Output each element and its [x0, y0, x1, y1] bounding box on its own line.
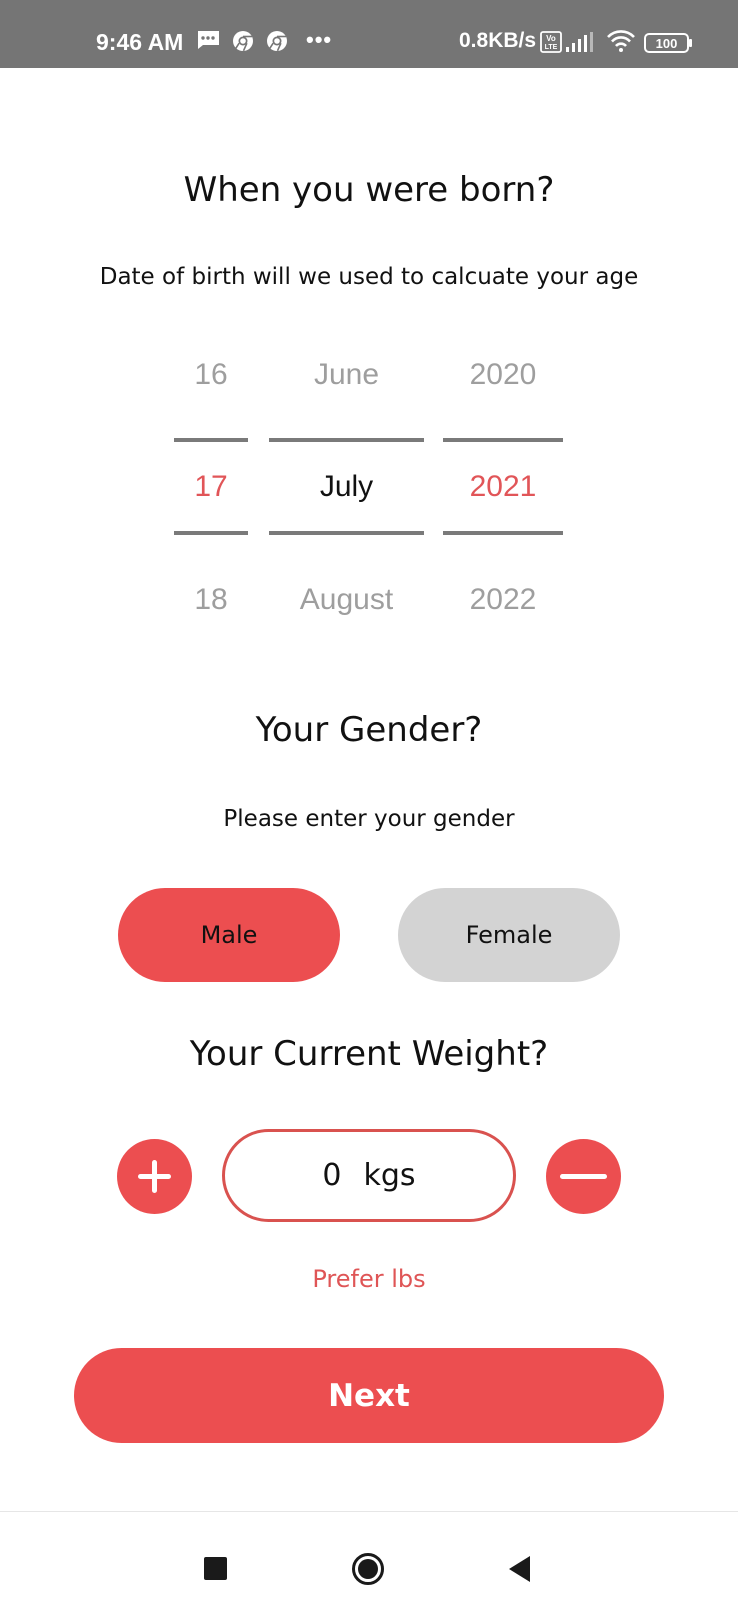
day-selected[interactable]: 17	[174, 470, 248, 504]
battery-icon: 100	[644, 33, 692, 53]
day-divider-bottom	[174, 531, 248, 535]
recents-icon[interactable]	[204, 1557, 227, 1580]
more-icon: •••	[306, 27, 333, 52]
next-button[interactable]: Next	[74, 1348, 664, 1443]
navigation-bar	[0, 1511, 738, 1600]
month-next[interactable]: August	[269, 583, 424, 617]
chrome-icon	[267, 31, 287, 52]
prefer-lbs-link[interactable]: Prefer lbs	[0, 1265, 738, 1293]
minus-icon	[560, 1174, 607, 1179]
volte-icon: Vo LTE	[540, 31, 562, 53]
svg-text:LTE: LTE	[545, 44, 558, 51]
decrease-weight-button[interactable]	[546, 1139, 621, 1214]
month-divider-top	[269, 438, 424, 442]
svg-text:Vo: Vo	[546, 34, 556, 43]
month-divider-bottom	[269, 531, 424, 535]
increase-weight-button[interactable]	[117, 1139, 192, 1214]
weight-value: 0	[322, 1158, 342, 1193]
wifi-icon	[607, 30, 635, 52]
battery-level: 100	[656, 36, 678, 51]
year-divider-top	[443, 438, 563, 442]
status-time: 9:46 AM	[96, 29, 184, 55]
year-next[interactable]: 2022	[443, 583, 563, 617]
plus-icon	[138, 1160, 171, 1193]
day-prev[interactable]: 16	[174, 358, 248, 392]
birth-title: When you were born?	[183, 170, 555, 210]
year-selected[interactable]: 2021	[443, 470, 563, 504]
chrome-icon	[233, 31, 253, 52]
month-prev[interactable]: June	[269, 358, 424, 392]
day-divider-top	[174, 438, 248, 442]
home-icon[interactable]	[351, 1552, 385, 1586]
day-next[interactable]: 18	[174, 583, 248, 617]
weight-field[interactable]: 0 kgs	[222, 1129, 516, 1222]
female-button[interactable]: Female	[398, 888, 620, 982]
message-icon	[197, 31, 219, 49]
month-selected[interactable]: July	[269, 470, 424, 504]
year-prev[interactable]: 2020	[443, 358, 563, 392]
gender-subtitle: Please enter your gender	[223, 806, 515, 832]
back-icon[interactable]	[508, 1555, 532, 1583]
signal-icon	[566, 32, 593, 52]
year-divider-bottom	[443, 531, 563, 535]
gender-title: Your Gender?	[255, 710, 483, 750]
network-speed: 0.8KB/s	[459, 29, 537, 52]
male-button[interactable]: Male	[118, 888, 340, 982]
status-bar: 9:46 AM ••• 0.8KB/s Vo LTE 100	[0, 0, 738, 68]
birth-subtitle: Date of birth will we used to calcuate y…	[99, 264, 639, 290]
weight-unit: kgs	[363, 1158, 416, 1193]
weight-title: Your Current Weight?	[189, 1034, 549, 1074]
